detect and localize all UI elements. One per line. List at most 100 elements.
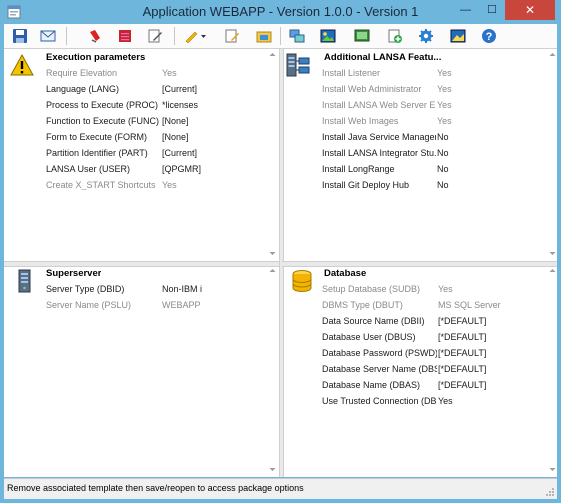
database-pane: Database Setup Database (SUDB) Yes DBMS Ty… [282,265,557,477]
property-value[interactable]: [QPGMR] [162,164,201,174]
pencil-dropdown-icon[interactable] [184,28,208,44]
property-value[interactable]: No [437,132,449,142]
property-label[interactable]: Database User (DBUS) [322,332,437,342]
property-label[interactable]: Install Git Deploy Hub [322,180,436,190]
property-value[interactable]: Yes [437,100,452,110]
property-label[interactable]: LANSA User (USER) [46,164,161,174]
property-label[interactable]: Form to Execute (FORM) [46,132,161,142]
scroll-down-icon[interactable] [268,466,277,473]
property-value[interactable]: Yes [438,396,453,406]
property-label[interactable]: Database Server Name (DBS... [322,364,437,374]
property-label[interactable]: Use Trusted Connection (DB... [322,396,437,406]
property-label[interactable]: Create X_START Shortcuts [46,180,161,190]
pane-title: Execution parameters [46,52,146,63]
screen-icon[interactable] [354,28,370,44]
property-label[interactable]: Install LANSA Integrator Stu... [322,148,436,158]
pane-title: Superserver [46,268,102,279]
property-value[interactable]: Yes [437,84,452,94]
email-icon[interactable] [40,28,56,44]
add-page-icon[interactable] [387,28,403,44]
property-value[interactable]: No [437,164,449,174]
pane-title: Additional LANSA Featu... [324,52,442,63]
property-value[interactable]: Yes [437,116,452,126]
scroll-up-icon[interactable] [548,267,557,274]
property-value[interactable]: [None] [162,132,189,142]
property-label[interactable]: Process to Execute (PROC) [46,100,161,110]
property-value[interactable]: [*DEFAULT] [438,348,486,358]
property-value[interactable]: [*DEFAULT] [438,364,486,374]
document-edit-icon[interactable] [224,28,240,44]
property-value[interactable]: [*DEFAULT] [438,380,486,390]
transfer-icon[interactable] [289,28,305,44]
property-value[interactable]: [None] [162,116,189,126]
toolbar-separator [66,27,67,45]
property-label[interactable]: Server Name (PSLU) [46,300,161,310]
resize-grip-icon[interactable] [545,487,555,497]
property-value[interactable]: Yes [438,284,453,294]
property-label[interactable]: Server Type (DBID) [46,284,161,294]
content-area: Execution parameters Require Elevation Ye… [4,49,557,477]
property-value[interactable]: No [437,148,449,158]
additional-features-pane: Additional LANSA Featu... Install Listen… [282,49,557,261]
folder-sync-icon[interactable] [256,28,272,44]
scrollbar[interactable] [548,51,557,259]
scrollbar[interactable] [268,51,277,259]
scroll-down-icon[interactable] [268,250,277,257]
property-value[interactable]: [Current] [162,148,197,158]
property-label[interactable]: Setup Database (SUDB) [322,284,437,294]
scroll-down-icon[interactable] [548,250,557,257]
image-settings-icon[interactable] [450,28,466,44]
title-bar[interactable]: Application WEBAPP - Version 1.0.0 - Ver… [0,0,561,24]
gear-icon[interactable] [418,28,434,44]
scroll-down-icon[interactable] [548,466,557,473]
remove-icon[interactable] [87,28,103,44]
property-label[interactable]: Partition Identifier (PART) [46,148,161,158]
property-value[interactable]: [*DEFAULT] [438,316,486,326]
svg-text:?: ? [486,31,493,43]
scroll-up-icon[interactable] [548,51,557,58]
property-label[interactable]: Function to Execute (FUNC) [46,116,161,126]
scrollbar[interactable] [268,267,277,475]
property-label[interactable]: Language (LANG) [46,84,161,94]
property-label[interactable]: DBMS Type (DBUT) [322,300,437,310]
toolbar: ? [4,24,557,49]
horizontal-splitter-left[interactable] [4,261,279,267]
red-list-icon[interactable] [117,28,133,44]
application-window: Application WEBAPP - Version 1.0.0 - Ver… [0,0,561,503]
property-label[interactable]: Install LongRange [322,164,436,174]
property-value[interactable]: [*DEFAULT] [438,332,486,342]
maximize-button[interactable]: ☐ [479,0,505,20]
property-label[interactable]: Install Listener [322,68,436,78]
superserver-pane: Superserver Server Type (DBID) Non-IBM iS… [4,265,279,477]
scrollbar[interactable] [548,267,557,475]
minimize-button[interactable]: — [452,0,479,20]
property-label[interactable]: Data Source Name (DBII) [322,316,437,326]
property-label[interactable]: Database Password (PSWD) [322,348,437,358]
property-label[interactable]: Require Elevation [46,68,161,78]
property-value[interactable]: Yes [162,68,177,78]
server-icon [18,269,31,293]
property-value[interactable]: [Current] [162,84,197,94]
property-value[interactable]: Yes [162,180,177,190]
property-value[interactable]: Non-IBM i [162,284,202,294]
help-icon[interactable]: ? [481,28,497,44]
property-label[interactable]: Install Web Administrator [322,84,436,94]
property-value[interactable]: Yes [437,68,452,78]
save-icon[interactable] [12,28,28,44]
horizontal-splitter-right[interactable] [282,261,557,267]
property-label[interactable]: Install Java Service Manager [322,132,436,142]
edit-document-icon[interactable] [147,28,163,44]
property-value[interactable]: No [437,180,449,190]
property-label[interactable]: Install Web Images [322,116,436,126]
close-button[interactable]: ✕ [505,0,555,20]
image-icon[interactable] [320,28,336,44]
property-value[interactable]: *licenses [162,100,198,110]
scroll-up-icon[interactable] [268,51,277,58]
toolbar-separator [174,27,175,45]
property-value[interactable]: WEBAPP [162,300,201,310]
property-label[interactable]: Database Name (DBAS) [322,380,437,390]
property-value[interactable]: MS SQL Server [438,300,501,310]
property-label[interactable]: Install LANSA Web Server E... [322,100,436,110]
scroll-up-icon[interactable] [268,267,277,274]
pane-title: Database [324,268,367,279]
